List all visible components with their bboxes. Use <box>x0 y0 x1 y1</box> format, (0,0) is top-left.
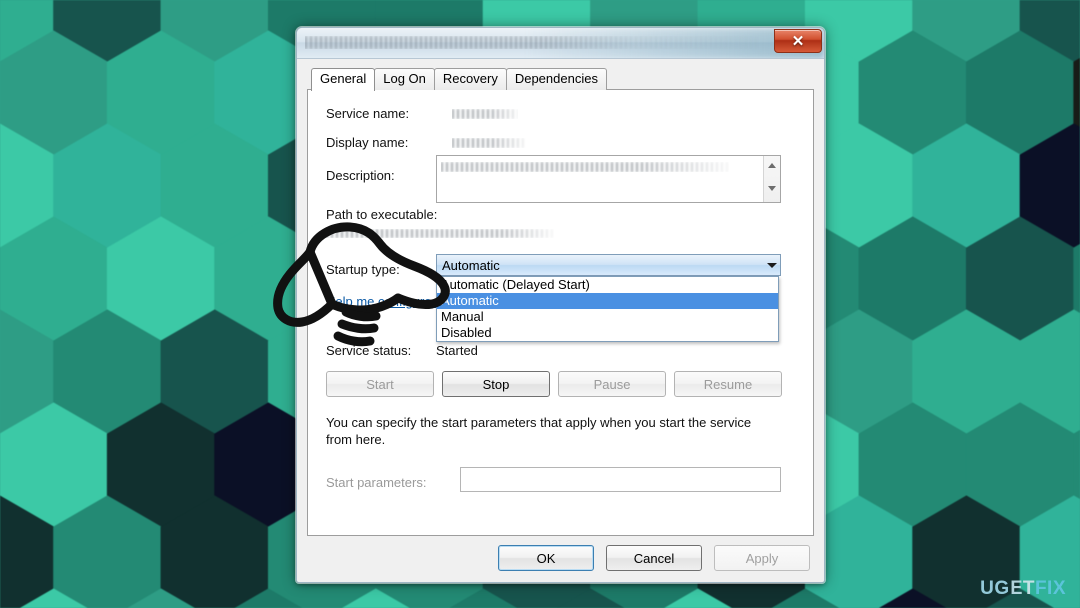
tab-strip: General Log On Recovery Dependencies <box>307 68 814 91</box>
scroll-down-icon[interactable] <box>768 186 776 191</box>
tab-recovery[interactable]: Recovery <box>433 68 507 90</box>
help-me-configure-link[interactable]: Help me configure s <box>326 294 442 309</box>
path-to-executable-label: Path to executable: <box>326 207 438 222</box>
startup-type-dropdown-list[interactable]: Automatic (Delayed Start) Automatic Manu… <box>436 276 779 342</box>
service-name-label: Service name: <box>326 106 410 121</box>
chevron-down-icon[interactable] <box>763 255 780 275</box>
apply-button[interactable]: Apply <box>714 545 810 571</box>
description-textbox[interactable] <box>436 155 781 203</box>
startup-type-selected-value: Automatic <box>442 257 500 273</box>
startup-option-manual[interactable]: Manual <box>437 309 778 325</box>
resume-button[interactable]: Resume <box>674 371 782 397</box>
startup-type-combobox[interactable]: Automatic <box>436 254 781 276</box>
startup-option-disabled[interactable]: Disabled <box>437 325 778 341</box>
general-tab-panel: Service name: Display name: Description:… <box>307 89 814 536</box>
service-status-label: Service status: <box>326 343 412 358</box>
start-parameters-label: Start parameters: <box>326 475 427 490</box>
dialog-button-bar: OK Cancel Apply <box>498 545 810 571</box>
start-parameters-input[interactable] <box>460 467 781 492</box>
path-to-executable-value <box>326 229 554 238</box>
startup-type-label: Startup type: <box>326 262 400 277</box>
tab-general[interactable]: General <box>311 68 376 91</box>
title-bar: ✕ <box>297 28 824 59</box>
display-name-value <box>452 138 526 148</box>
watermark-part-1: UG <box>980 578 1010 599</box>
scroll-up-icon[interactable] <box>768 163 776 168</box>
startup-option-automatic[interactable]: Automatic <box>437 293 778 309</box>
description-scrollbar[interactable] <box>763 156 780 202</box>
service-status-value: Started <box>436 343 478 358</box>
dialog-body: General Log On Recovery Dependencies Ser… <box>297 59 824 584</box>
service-name-value <box>452 109 518 119</box>
start-parameters-help-text: You can specify the start parameters tha… <box>326 415 752 447</box>
stop-button[interactable]: Stop <box>442 371 550 397</box>
start-button[interactable]: Start <box>326 371 434 397</box>
service-action-buttons: Start Stop Pause Resume <box>326 371 782 397</box>
watermark-part-3: T <box>1022 578 1035 599</box>
watermark-part-2: E <box>1009 578 1023 599</box>
pause-button[interactable]: Pause <box>558 371 666 397</box>
ugetfix-watermark: UGETFIX <box>980 578 1066 600</box>
desktop-background: ✕ General Log On Recovery Dependencies S… <box>0 0 1080 608</box>
watermark-part-4: FIX <box>1034 578 1066 599</box>
tab-log-on[interactable]: Log On <box>374 68 435 90</box>
window-title <box>305 36 760 49</box>
tab-dependencies[interactable]: Dependencies <box>505 68 607 90</box>
close-icon[interactable]: ✕ <box>774 29 822 53</box>
description-value <box>441 162 729 172</box>
startup-option-automatic-delayed[interactable]: Automatic (Delayed Start) <box>437 277 778 293</box>
display-name-label: Display name: <box>326 135 409 150</box>
ok-button[interactable]: OK <box>498 545 594 571</box>
cancel-button[interactable]: Cancel <box>606 545 702 571</box>
service-properties-dialog: ✕ General Log On Recovery Dependencies S… <box>295 26 826 584</box>
description-label: Description: <box>326 168 395 183</box>
